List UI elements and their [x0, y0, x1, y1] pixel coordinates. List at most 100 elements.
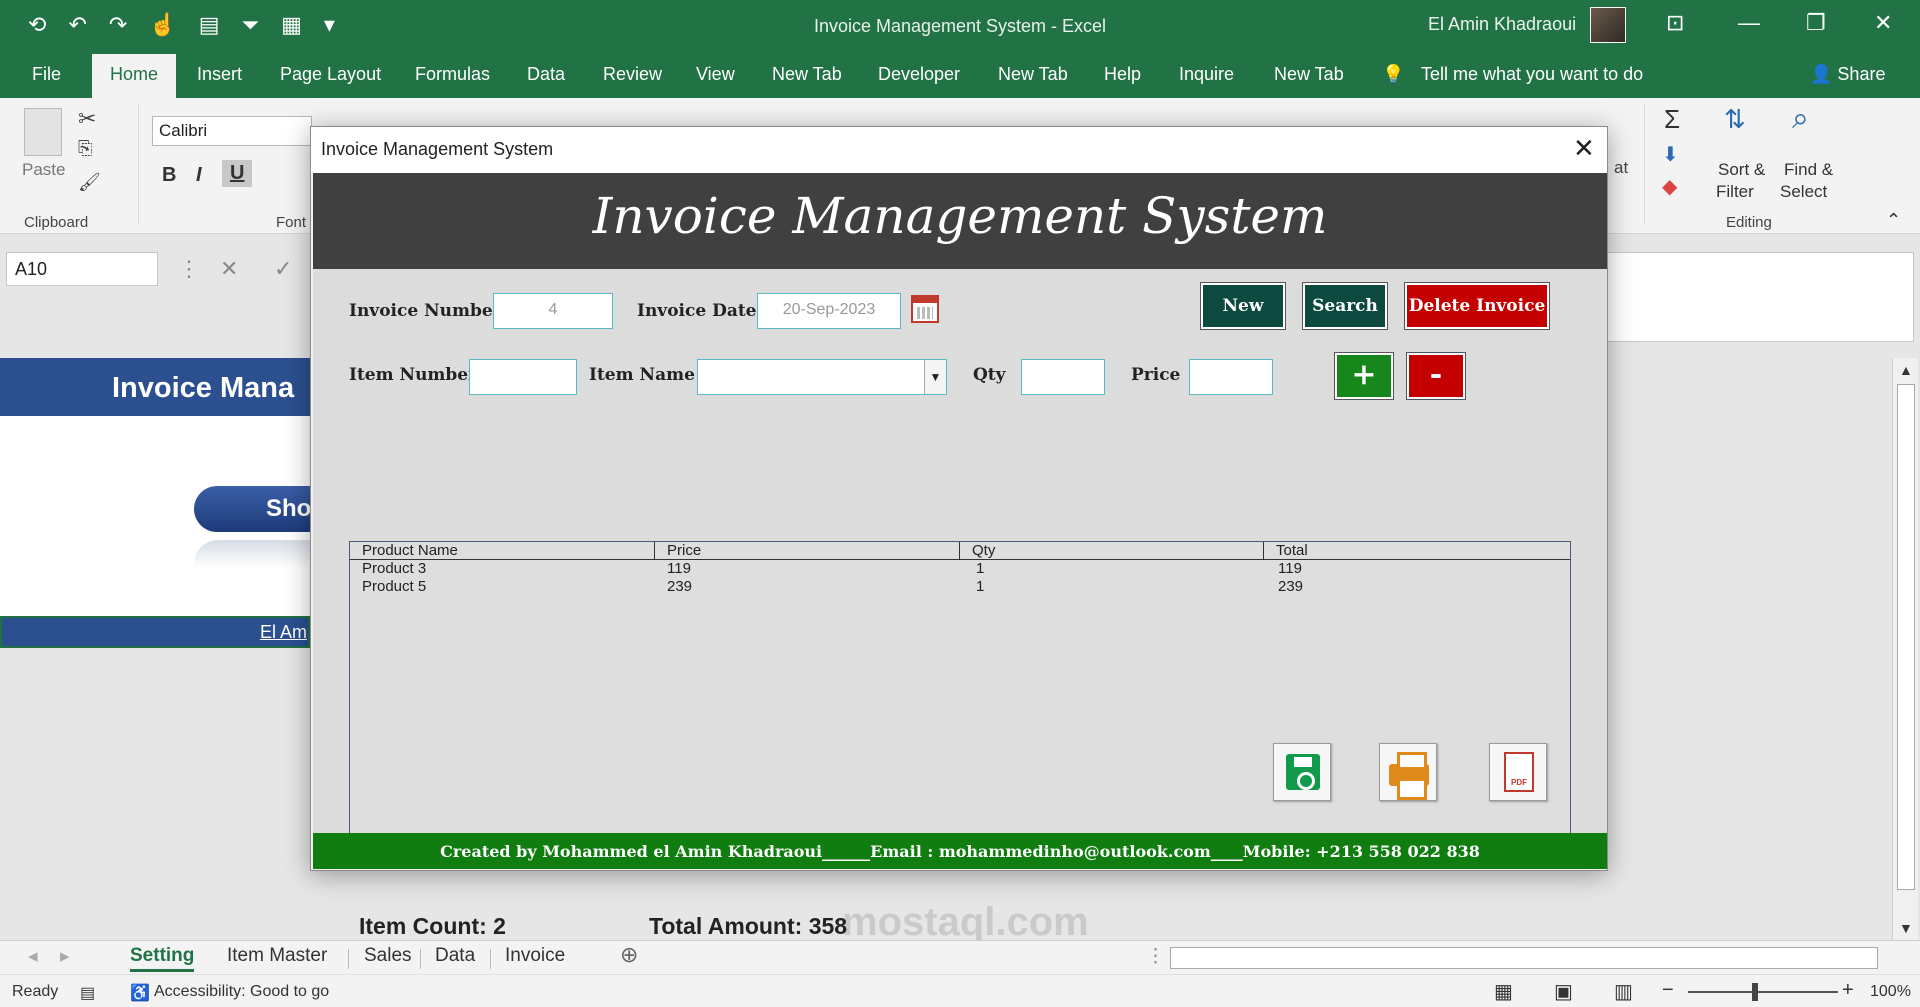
add-sheet-icon[interactable]: ⊕	[620, 942, 638, 968]
autosum-icon[interactable]: Σ	[1664, 104, 1680, 135]
delete-invoice-button[interactable]: Delete Invoice	[1404, 282, 1550, 330]
column-header: Total	[1276, 542, 1308, 559]
tab-home[interactable]: Home	[92, 54, 177, 98]
cut-icon[interactable]: ✂	[78, 106, 96, 132]
zoom-slider-thumb[interactable]	[1752, 983, 1758, 1001]
tab-view[interactable]: View	[696, 64, 735, 85]
qty-field[interactable]	[1021, 359, 1105, 395]
cell: 119	[1278, 560, 1302, 577]
tab-help[interactable]: Help	[1104, 64, 1141, 85]
price-field[interactable]	[1189, 359, 1273, 395]
zoom-level[interactable]: 100%	[1870, 983, 1911, 1001]
add-item-button[interactable]: +	[1334, 352, 1394, 400]
remove-item-button[interactable]: -	[1406, 352, 1466, 400]
tab-developer[interactable]: Developer	[878, 64, 960, 85]
normal-view-icon[interactable]: ▦	[1494, 979, 1513, 1004]
sheet-tab-item-master[interactable]: Item Master	[227, 945, 327, 967]
scroll-thumb[interactable]	[1897, 384, 1915, 890]
sheet-tab-data[interactable]: Data	[435, 945, 475, 967]
sheet-tab-invoice[interactable]: Invoice	[505, 945, 565, 967]
accessibility-status[interactable]: Accessibility: Good to go	[154, 983, 329, 1001]
invoice-date-field[interactable]: 20-Sep-2023	[757, 293, 901, 329]
sheet-tab-setting[interactable]: Setting	[130, 945, 195, 972]
bold-button[interactable]: B	[162, 164, 176, 187]
accessibility-icon[interactable]: ♿	[130, 983, 150, 1003]
item-number-field[interactable]	[469, 359, 577, 395]
tab-formulas[interactable]: Formulas	[415, 64, 490, 85]
prev-sheet-icon[interactable]: ◂	[28, 945, 38, 968]
more-options-icon[interactable]: ⋮	[178, 256, 200, 282]
print-button[interactable]	[1379, 743, 1437, 801]
macro-icon[interactable]: ▤	[80, 983, 95, 1003]
share-button[interactable]: 👤 Share	[1810, 64, 1885, 85]
paste-icon[interactable]	[24, 108, 62, 156]
tab-inquire[interactable]: Inquire	[1179, 64, 1234, 85]
avatar[interactable]	[1590, 7, 1626, 43]
underline-button[interactable]: U	[222, 160, 253, 187]
italic-button[interactable]: I	[196, 164, 202, 187]
new-button[interactable]: New	[1200, 282, 1286, 330]
item-name-combo[interactable]: ▼	[697, 359, 947, 395]
restore-icon[interactable]: ❐	[1806, 10, 1826, 36]
ribbon-display-icon[interactable]: ⊡	[1666, 10, 1684, 36]
chevron-down-icon[interactable]: ▼	[924, 360, 946, 394]
find-icon[interactable]: ⌕	[1792, 102, 1809, 136]
tab-file[interactable]: File	[32, 64, 61, 85]
filter-label[interactable]: Filter	[1716, 182, 1754, 202]
vertical-scrollbar[interactable]: ▲ ▼	[1892, 358, 1918, 942]
sort-label[interactable]: Sort &	[1718, 160, 1765, 180]
collapse-ribbon-icon[interactable]: ⌃	[1886, 210, 1901, 231]
page-layout-icon[interactable]: ▣	[1554, 979, 1573, 1004]
minimize-icon[interactable]: —	[1738, 10, 1760, 36]
user-name[interactable]: El Amin Khadraoui	[1428, 14, 1576, 35]
format-painter-icon[interactable]: 🖌	[78, 172, 101, 193]
font-name-box[interactable]: Calibri	[152, 116, 312, 146]
tab-new-tab-1[interactable]: New Tab	[772, 64, 842, 85]
dialog-footer: Created by Mohammed el Amin Khadraoui___…	[313, 833, 1607, 869]
close-icon[interactable]: ✕	[1573, 133, 1595, 164]
find-label[interactable]: Find &	[1784, 160, 1833, 180]
calendar-icon[interactable]	[911, 295, 939, 323]
invoice-items-list[interactable]: Product Name Price Qty Total Product 3 1…	[349, 541, 1571, 865]
sheet-tab-sales[interactable]: Sales	[364, 945, 412, 967]
cancel-icon[interactable]: ✕	[220, 256, 238, 282]
sort-filter-icon[interactable]: ⇅	[1724, 104, 1746, 135]
zoom-slider[interactable]	[1688, 991, 1838, 993]
enter-icon[interactable]: ✓	[274, 256, 292, 282]
format-partial-label[interactable]: at	[1614, 158, 1628, 178]
ribbon-tabs: File Home Insert Page Layout Formulas Da…	[0, 52, 1920, 98]
zoom-in-icon[interactable]: +	[1842, 979, 1854, 1002]
name-box[interactable]: A10	[6, 252, 158, 286]
show-form-button[interactable]: Sho	[194, 486, 314, 532]
select-label[interactable]: Select	[1780, 182, 1827, 202]
list-item[interactable]: Product 3 119 1 119	[350, 560, 1570, 578]
fill-icon[interactable]: ⬇	[1662, 142, 1679, 167]
horizontal-scrollbar[interactable]	[1170, 947, 1878, 969]
paste-label[interactable]: Paste	[22, 160, 65, 180]
next-sheet-icon[interactable]: ▸	[60, 945, 70, 968]
list-item[interactable]: Product 5 239 1 239	[350, 578, 1570, 596]
close-icon[interactable]: ✕	[1874, 10, 1892, 36]
search-button[interactable]: Search	[1302, 282, 1388, 330]
tab-new-tab-2[interactable]: New Tab	[998, 64, 1068, 85]
page-break-icon[interactable]: ▥	[1614, 979, 1633, 1004]
tell-me-search[interactable]: Tell me what you want to do	[1421, 64, 1643, 85]
cell: 119	[667, 560, 691, 577]
formula-input[interactable]	[1600, 252, 1914, 342]
tab-new-tab-3[interactable]: New Tab	[1274, 64, 1344, 85]
clear-icon[interactable]: ◆	[1662, 174, 1677, 199]
tab-review[interactable]: Review	[603, 64, 662, 85]
tab-insert[interactable]: Insert	[197, 64, 242, 85]
copy-icon[interactable]: ⎘	[78, 138, 92, 159]
zoom-out-icon[interactable]: −	[1662, 979, 1674, 1002]
tab-page-layout[interactable]: Page Layout	[280, 64, 381, 85]
tab-data[interactable]: Data	[527, 64, 565, 85]
invoice-number-field[interactable]: 4	[493, 293, 613, 329]
author-link[interactable]: El Am	[0, 616, 310, 648]
scroll-down-icon[interactable]: ▼	[1899, 920, 1913, 936]
save-button[interactable]	[1273, 743, 1331, 801]
export-pdf-button[interactable]: PDF	[1489, 743, 1547, 801]
list-header: Product Name Price Qty Total	[350, 542, 1570, 560]
more-options-icon[interactable]: ⋮	[1146, 945, 1165, 968]
scroll-up-icon[interactable]: ▲	[1899, 362, 1913, 378]
